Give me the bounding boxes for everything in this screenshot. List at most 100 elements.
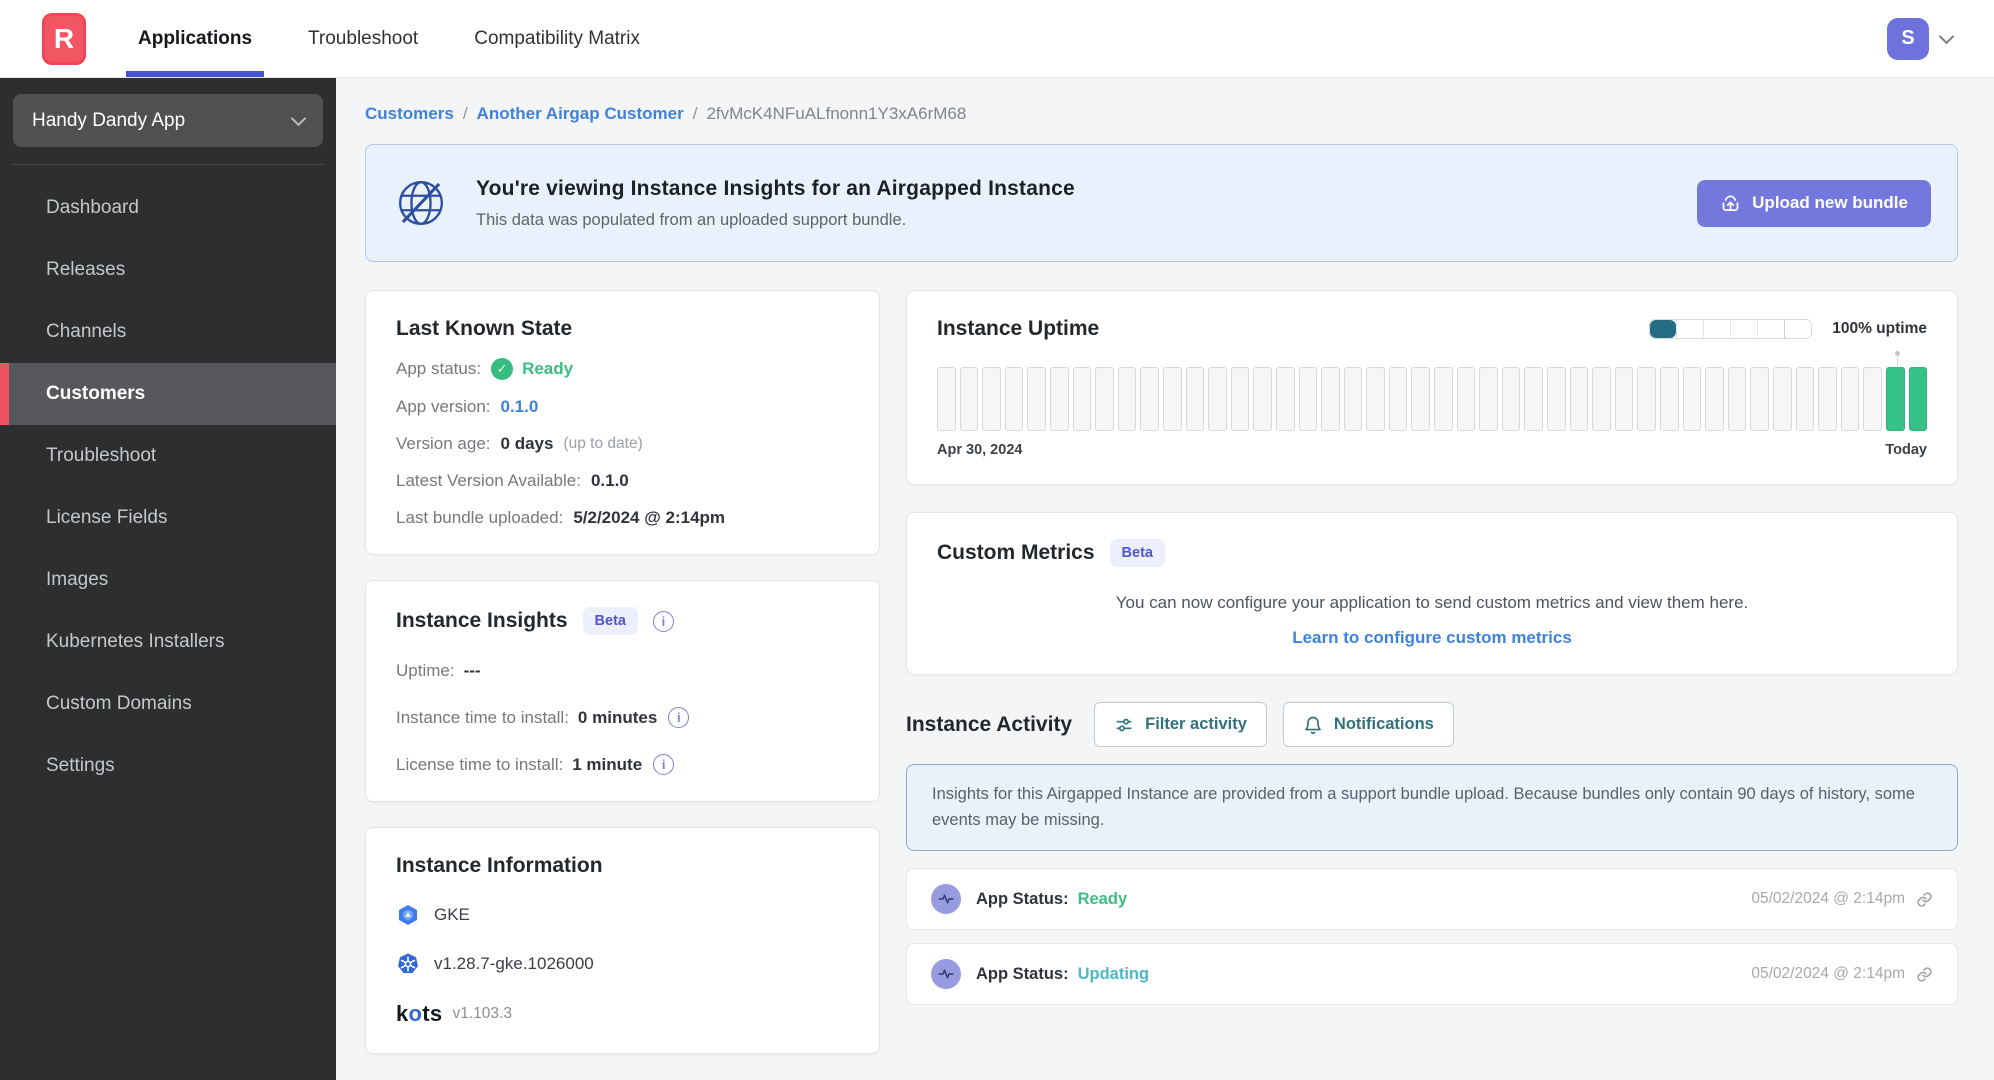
uptime-bar xyxy=(1185,367,1205,431)
info-icon[interactable]: i xyxy=(668,707,690,728)
uptime-range-button[interactable] xyxy=(1784,320,1812,338)
instance-insights-card: Instance Insights Beta i Uptime: --- i I… xyxy=(365,580,880,802)
instance-info-value: GKE xyxy=(434,905,470,924)
sidebar-item-label: Settings xyxy=(46,755,115,776)
uptime-bar xyxy=(1140,367,1159,431)
uptime-bar xyxy=(982,367,1001,431)
breadcrumb-separator: / xyxy=(462,104,468,123)
breadcrumb-label[interactable]: Another Airgap Customer xyxy=(477,104,684,124)
sidebar-item[interactable]: Releases xyxy=(0,239,336,301)
activity-title: Instance Activity xyxy=(906,712,1073,736)
sidebar-item[interactable]: Customers xyxy=(0,363,336,425)
link-icon[interactable] xyxy=(1916,891,1933,908)
state-row-label: App version: xyxy=(396,397,491,416)
insight-row: Uptime: --- i xyxy=(396,661,849,681)
activity-event-list: App Status: Ready 05/02/2024 @ 2:14pm Ap… xyxy=(906,868,1958,1006)
insight-row-label: Uptime: xyxy=(396,661,455,680)
state-row-label: Latest Version Available: xyxy=(396,471,581,490)
sidebar: Handy Dandy App Dashboard Releases Channel… xyxy=(0,78,336,1080)
state-row: App status: ✓ Ready xyxy=(396,358,849,380)
uptime-bar xyxy=(1818,367,1837,431)
sidebar-item[interactable]: Custom Domains xyxy=(0,673,336,735)
top-nav-tab-label: Applications xyxy=(138,27,253,49)
info-icon[interactable]: i xyxy=(653,754,675,775)
sidebar-item[interactable]: Kubernetes Installers xyxy=(0,611,336,673)
state-row: Latest Version Available: ✓ 0.1.0 xyxy=(396,471,849,491)
filter-activity-button[interactable]: Filter activity xyxy=(1094,702,1267,747)
sidebar-item[interactable]: Settings xyxy=(0,735,336,797)
uptime-bar xyxy=(1411,367,1431,431)
state-row-label: Last bundle uploaded: xyxy=(396,508,564,527)
uptime-range-button[interactable] xyxy=(1730,320,1758,338)
uptime-range-button[interactable] xyxy=(1703,320,1731,338)
replicated-logo[interactable]: R xyxy=(42,12,86,65)
uptime-chart-labels: Apr 30, 2024 Today xyxy=(937,442,1927,458)
instance-activity-section: Instance Activity Filter activity Notifi… xyxy=(906,702,1958,1006)
sidebar-item[interactable]: Troubleshoot xyxy=(0,425,336,487)
sidebar-item[interactable]: Dashboard xyxy=(0,177,336,239)
notifications-button-label: Notifications xyxy=(1333,715,1434,733)
app-selector[interactable]: Handy Dandy App xyxy=(13,94,323,147)
insight-row-value: --- xyxy=(463,661,481,680)
uptime-bar xyxy=(1727,367,1747,431)
account-menu[interactable]: S xyxy=(1887,17,1955,60)
uptime-bar xyxy=(1908,367,1928,431)
sidebar-item[interactable]: License Fields xyxy=(0,487,336,549)
sidebar-item-label: Customers xyxy=(46,383,146,404)
insight-row-value: 0 minutes xyxy=(577,707,658,727)
insight-row-label: License time to install: xyxy=(396,754,564,774)
sidebar-item-label: Troubleshoot xyxy=(46,445,157,466)
notifications-button[interactable]: Notifications xyxy=(1282,702,1454,747)
state-row-value: Ready xyxy=(522,359,574,378)
uptime-bar xyxy=(1434,367,1453,431)
uptime-bar xyxy=(1524,367,1544,431)
insight-row: License time to install: 1 minute i xyxy=(396,754,849,775)
custom-metrics-text: You can now configure your application t… xyxy=(1115,593,1749,612)
uptime-range-button[interactable] xyxy=(1676,320,1704,338)
uptime-bar xyxy=(1750,367,1769,431)
top-nav-tab[interactable]: Troubleshoot xyxy=(308,0,418,77)
top-nav-tabs: Applications Troubleshoot Compatibility Ma… xyxy=(125,0,640,77)
state-row: App version: ✓ 0.1.0 xyxy=(396,397,849,417)
info-icon[interactable]: i xyxy=(652,610,674,632)
top-nav: R Applications Troubleshoot Compatibility … xyxy=(0,0,1994,78)
sidebar-item-label: License Fields xyxy=(46,507,168,528)
state-row: Last bundle uploaded: ✓ 5/2/2024 @ 2:14p… xyxy=(396,508,849,528)
beta-badge: Beta xyxy=(582,607,638,635)
airgap-banner: You're viewing Instance Insights for an … xyxy=(365,144,1958,262)
content-columns: Last Known State App status: ✓ Ready App… xyxy=(365,290,1958,1054)
uptime-bar xyxy=(1795,367,1815,431)
link-icon[interactable] xyxy=(1916,966,1933,983)
top-nav-tab[interactable]: Compatibility Matrix xyxy=(474,0,640,77)
left-column: Last Known State App status: ✓ Ready App… xyxy=(365,290,880,1054)
state-row-value: 0 days xyxy=(500,434,554,453)
breadcrumb-part: Customers / xyxy=(365,104,477,124)
uptime-range-button[interactable] xyxy=(1650,320,1677,338)
breadcrumb-label[interactable]: 2fvMcK4NFuALfnonn1Y3xA6rM68 xyxy=(706,104,966,124)
uptime-bar xyxy=(1569,367,1589,431)
breadcrumb-label[interactable]: Customers xyxy=(365,104,454,124)
uptime-bars xyxy=(937,351,1928,431)
card-title: Instance Uptime xyxy=(937,317,1100,340)
top-nav-tab[interactable]: Applications xyxy=(125,0,265,77)
avatar-initial: S xyxy=(1901,27,1915,49)
configure-metrics-link[interactable]: Learn to configure custom metrics xyxy=(937,628,1927,648)
sidebar-item[interactable]: Channels xyxy=(0,301,336,363)
uptime-bar xyxy=(937,367,956,431)
event-meta: 05/02/2024 @ 2:14pm xyxy=(1751,890,1933,908)
uptime-bar xyxy=(1772,367,1792,431)
uptime-bar xyxy=(1840,367,1860,431)
avatar[interactable]: S xyxy=(1887,17,1929,60)
upload-icon xyxy=(1720,193,1741,214)
chart-end-label: Today xyxy=(1885,442,1927,458)
event-timestamp: 05/02/2024 @ 2:14pm xyxy=(1751,890,1905,908)
top-nav-tab-label: Compatibility Matrix xyxy=(474,27,640,49)
sidebar-item-label: Channels xyxy=(46,321,127,342)
uptime-range-button[interactable] xyxy=(1757,320,1785,338)
chevron-down-icon xyxy=(1938,28,1955,44)
upload-new-bundle-button[interactable]: Upload new bundle xyxy=(1697,179,1931,227)
sidebar-item[interactable]: Images xyxy=(0,549,336,611)
uptime-chart: Apr 30, 2024 Today xyxy=(937,351,1928,458)
event-label: App Status: xyxy=(976,964,1069,983)
page: R Applications Troubleshoot Compatibility … xyxy=(0,0,1994,1080)
